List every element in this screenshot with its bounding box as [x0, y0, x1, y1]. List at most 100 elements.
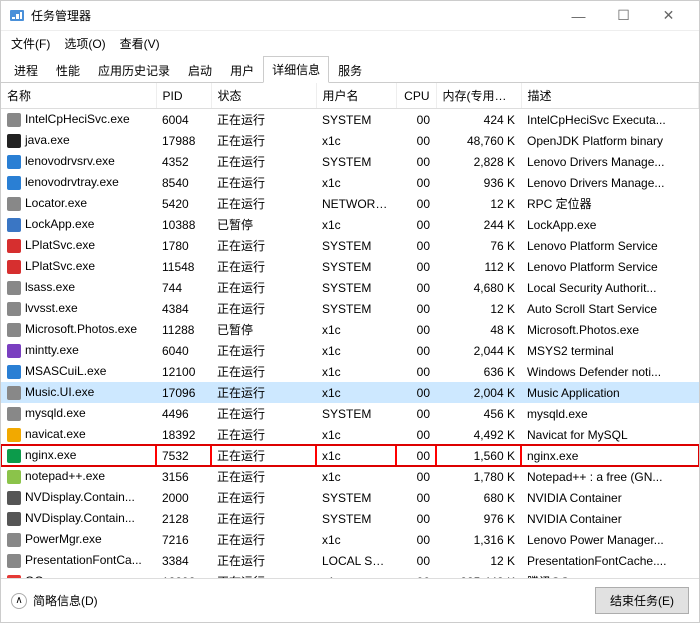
- process-icon: [7, 197, 21, 211]
- column-header[interactable]: PID: [156, 83, 211, 109]
- cell-desc: NVIDIA Container: [521, 508, 699, 529]
- cell-cpu: 00: [396, 193, 436, 214]
- table-row[interactable]: lenovodrvtray.exe8540正在运行x1c00936 KLenov…: [1, 172, 699, 193]
- tab[interactable]: 应用历史记录: [89, 57, 179, 83]
- table-row[interactable]: LockApp.exe10388已暂停x1c00244 KLockApp.exe: [1, 214, 699, 235]
- cell-name: QQ.exe: [1, 571, 156, 578]
- cell-status: 已暂停: [211, 319, 316, 340]
- column-header[interactable]: 状态: [211, 83, 316, 109]
- cell-cpu: 00: [396, 487, 436, 508]
- cell-cpu: 00: [396, 319, 436, 340]
- table-row[interactable]: mysqld.exe4496正在运行SYSTEM00456 Kmysqld.ex…: [1, 403, 699, 424]
- tab[interactable]: 详细信息: [263, 56, 329, 83]
- cell-pid: 2000: [156, 487, 211, 508]
- table-row[interactable]: Locator.exe5420正在运行NETWORK...0012 KRPC 定…: [1, 193, 699, 214]
- cell-pid: 17096: [156, 382, 211, 403]
- table-row[interactable]: NVDisplay.Contain...2000正在运行SYSTEM00680 …: [1, 487, 699, 508]
- cell-status: 正在运行: [211, 340, 316, 361]
- process-icon: [7, 491, 21, 505]
- cell-mem: 12 K: [436, 550, 521, 571]
- cell-desc: Lenovo Drivers Manage...: [521, 151, 699, 172]
- process-icon: [7, 344, 21, 358]
- menu-item[interactable]: 文件(F): [5, 33, 56, 54]
- table-row[interactable]: PowerMgr.exe7216正在运行x1c001,316 KLenovo P…: [1, 529, 699, 550]
- cell-user: x1c: [316, 424, 396, 445]
- cell-user: x1c: [316, 466, 396, 487]
- table-row[interactable]: lsass.exe744正在运行SYSTEM004,680 KLocal Sec…: [1, 277, 699, 298]
- table-row[interactable]: navicat.exe18392正在运行x1c004,492 KNavicat …: [1, 424, 699, 445]
- process-icon: [7, 533, 21, 547]
- column-header[interactable]: CPU: [396, 83, 436, 109]
- menubar: 文件(F)选项(O)查看(V): [1, 31, 699, 55]
- table-row[interactable]: Music.UI.exe17096正在运行x1c002,004 KMusic A…: [1, 382, 699, 403]
- tab[interactable]: 服务: [329, 57, 371, 83]
- table-row[interactable]: MSASCuiL.exe12100正在运行x1c00636 KWindows D…: [1, 361, 699, 382]
- cell-status: 正在运行: [211, 193, 316, 214]
- table-row[interactable]: Microsoft.Photos.exe11288已暂停x1c0048 KMic…: [1, 319, 699, 340]
- process-icon: [7, 365, 21, 379]
- cell-name: MSASCuiL.exe: [1, 361, 156, 382]
- fewer-details-toggle[interactable]: ∧ 简略信息(D): [11, 592, 98, 609]
- end-task-button[interactable]: 结束任务(E): [595, 587, 689, 614]
- cell-user: SYSTEM: [316, 109, 396, 131]
- cell-mem: 636 K: [436, 361, 521, 382]
- process-icon: [7, 554, 21, 568]
- cell-name: NVDisplay.Contain...: [1, 487, 156, 508]
- close-button[interactable]: ✕: [646, 2, 691, 30]
- cell-name: LPlatSvc.exe: [1, 235, 156, 256]
- table-row[interactable]: lenovodrvsrv.exe4352正在运行SYSTEM002,828 KL…: [1, 151, 699, 172]
- cell-mem: 4,680 K: [436, 277, 521, 298]
- minimize-button[interactable]: —: [556, 2, 601, 30]
- app-icon: [9, 8, 25, 24]
- cell-status: 正在运行: [211, 424, 316, 445]
- table-row[interactable]: notepad++.exe3156正在运行x1c001,780 KNotepad…: [1, 466, 699, 487]
- table-row[interactable]: PresentationFontCa...3384正在运行LOCAL SE...…: [1, 550, 699, 571]
- cell-mem: 48 K: [436, 319, 521, 340]
- cell-desc: Lenovo Drivers Manage...: [521, 172, 699, 193]
- table-row[interactable]: LPlatSvc.exe11548正在运行SYSTEM00112 KLenovo…: [1, 256, 699, 277]
- cell-status: 正在运行: [211, 235, 316, 256]
- tabbar: 进程性能应用历史记录启动用户详细信息服务: [1, 55, 699, 83]
- cell-pid: 5420: [156, 193, 211, 214]
- table-row[interactable]: IntelCpHeciSvc.exe6004正在运行SYSTEM00424 KI…: [1, 109, 699, 131]
- cell-desc: Microsoft.Photos.exe: [521, 319, 699, 340]
- cell-mem: 456 K: [436, 403, 521, 424]
- column-header[interactable]: 名称: [1, 83, 156, 109]
- menu-item[interactable]: 选项(O): [58, 33, 111, 54]
- titlebar: 任务管理器 — ☐ ✕: [1, 1, 699, 31]
- table-row[interactable]: QQ.exe12892正在运行x1c00285,448 K腾讯QQ: [1, 571, 699, 578]
- tab[interactable]: 启动: [179, 57, 221, 83]
- cell-pid: 17988: [156, 130, 211, 151]
- tab[interactable]: 进程: [5, 57, 47, 83]
- column-header[interactable]: 内存(专用工...: [436, 83, 521, 109]
- cell-status: 正在运行: [211, 571, 316, 578]
- process-icon: [7, 176, 21, 190]
- table-row[interactable]: java.exe17988正在运行x1c0048,760 KOpenJDK Pl…: [1, 130, 699, 151]
- table-row[interactable]: NVDisplay.Contain...2128正在运行SYSTEM00976 …: [1, 508, 699, 529]
- table-row[interactable]: mintty.exe6040正在运行x1c002,044 KMSYS2 term…: [1, 340, 699, 361]
- cell-pid: 4496: [156, 403, 211, 424]
- column-header[interactable]: 描述: [521, 83, 699, 109]
- chevron-up-icon: ∧: [11, 593, 27, 609]
- cell-user: x1c: [316, 340, 396, 361]
- cell-user: SYSTEM: [316, 256, 396, 277]
- cell-desc: LockApp.exe: [521, 214, 699, 235]
- process-icon: [7, 407, 21, 421]
- table-row[interactable]: lvvsst.exe4384正在运行SYSTEM0012 KAuto Scrol…: [1, 298, 699, 319]
- tab[interactable]: 性能: [47, 57, 89, 83]
- menu-item[interactable]: 查看(V): [114, 33, 166, 54]
- cell-pid: 744: [156, 277, 211, 298]
- cell-desc: Auto Scroll Start Service: [521, 298, 699, 319]
- tab[interactable]: 用户: [221, 57, 263, 83]
- table-row[interactable]: nginx.exe7532正在运行x1c001,560 Knginx.exe: [1, 445, 699, 466]
- maximize-button[interactable]: ☐: [601, 2, 646, 30]
- cell-mem: 1,560 K: [436, 445, 521, 466]
- process-icon: [7, 428, 21, 442]
- cell-name: PresentationFontCa...: [1, 550, 156, 571]
- cell-desc: Lenovo Platform Service: [521, 235, 699, 256]
- process-table-wrap[interactable]: 名称PID状态用户名CPU内存(专用工...描述 IntelCpHeciSvc.…: [1, 83, 699, 578]
- cell-desc: mysqld.exe: [521, 403, 699, 424]
- table-row[interactable]: LPlatSvc.exe1780正在运行SYSTEM0076 KLenovo P…: [1, 235, 699, 256]
- column-header[interactable]: 用户名: [316, 83, 396, 109]
- cell-desc: 腾讯QQ: [521, 571, 699, 578]
